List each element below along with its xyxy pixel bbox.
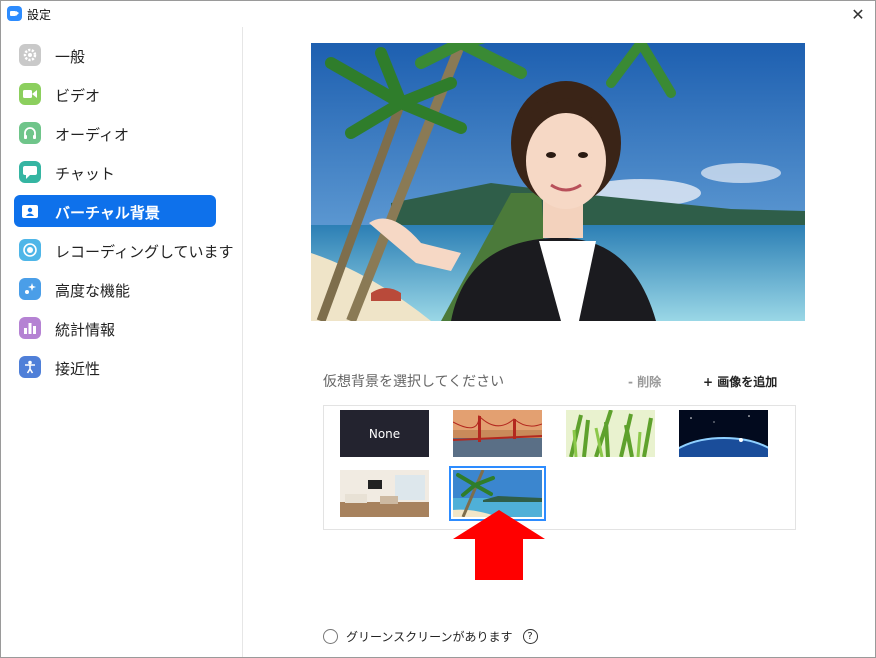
sidebar-item-statistics[interactable]: 統計情報 [14,312,216,344]
thumbnail-earth-space[interactable] [679,410,768,457]
headphones-icon [19,122,41,144]
virtual-background-preview [311,43,805,321]
sidebar-item-advanced[interactable]: 高度な機能 [14,273,216,305]
title-bar: 設定 ✕ [1,1,875,27]
sidebar-item-recording[interactable]: レコーディングしています [14,234,234,266]
video-icon [19,83,41,105]
green-screen-label: グリーンスクリーンがあります [346,629,513,644]
gear-icon [19,44,41,66]
sidebar-item-label: 高度な機能 [55,282,131,300]
thumbnail-golden-gate-bridge[interactable] [453,410,542,457]
close-button[interactable]: ✕ [847,3,869,25]
delete-background-button[interactable]: - 削除 [628,373,661,390]
zoom-app-icon [7,6,22,21]
sidebar-item-label: チャット [55,165,115,183]
sidebar-item-general[interactable]: 一般 [14,39,216,71]
green-screen-option: グリーンスクリーンがあります ? [323,627,538,645]
add-image-button[interactable]: + 画像を追加 [703,373,777,390]
background-thumbnail-grid: None [323,405,796,530]
record-icon [19,239,41,261]
sidebar-item-label: バーチャル背景 [55,204,160,222]
sidebar-item-accessibility[interactable]: 接近性 [14,351,216,383]
sidebar-item-video[interactable]: ビデオ [14,78,216,110]
person-card-icon [19,200,41,222]
thumbnail-grass[interactable] [566,410,655,457]
settings-sidebar: 一般 ビデオ オーディオ チャット バーチャル背景 レコーディングしています 高… [2,27,243,657]
sidebar-item-label: レコーディングしています [55,243,234,261]
sidebar-item-label: ビデオ [55,87,101,105]
sidebar-item-label: オーディオ [55,126,129,144]
sparkle-icon [19,278,41,300]
accessibility-icon [19,356,41,378]
window-title: 設定 [27,8,52,22]
sidebar-item-chat[interactable]: チャット [14,156,216,188]
thumbnail-none[interactable]: None [340,410,429,457]
help-icon[interactable]: ? [522,628,538,644]
sidebar-item-audio[interactable]: オーディオ [14,117,216,149]
sidebar-item-label: 接近性 [55,360,101,378]
sidebar-item-virtual-background[interactable]: バーチャル背景 [14,195,216,227]
sidebar-item-label: 統計情報 [55,321,116,339]
green-screen-checkbox[interactable] [323,628,338,644]
virtual-background-header: 仮想背景を選択してください - 削除 + 画像を追加 [323,371,795,391]
bar-chart-icon [19,317,41,339]
chat-icon [19,161,41,183]
beach-scene-image [311,43,805,321]
sidebar-item-label: 一般 [55,48,86,66]
choose-background-label: 仮想背景を選択してください [323,374,505,390]
thumbnail-living-room[interactable] [340,470,429,517]
red-arrow-annotation [453,510,545,580]
settings-window: 設定 ✕ 一般 ビデオ オーディオ チャット バーチャル背景 レコーディングして… [0,0,876,658]
